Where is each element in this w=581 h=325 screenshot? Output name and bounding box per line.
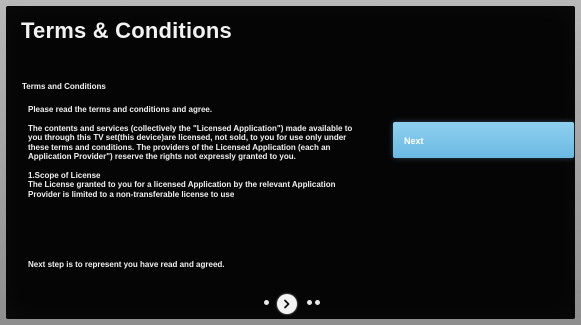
terms-intro-paragraph: Please read the terms and conditions and… bbox=[28, 105, 213, 114]
next-button[interactable]: Next bbox=[393, 122, 574, 158]
terms-scope-paragraph: The License granted to you for a license… bbox=[28, 180, 336, 199]
page-dot-1 bbox=[264, 300, 269, 305]
page-indicator bbox=[258, 293, 328, 314]
page-dot-3 bbox=[307, 300, 312, 305]
page-title: Terms & Conditions bbox=[21, 18, 232, 43]
tv-screen: Terms & Conditions Terms and Conditions … bbox=[6, 6, 575, 319]
terms-panel: Terms and Conditions Please read the ter… bbox=[22, 82, 360, 290]
terms-scope-heading: 1.Scope of License bbox=[28, 170, 101, 180]
terms-text-scroll-area[interactable]: Please read the terms and conditions and… bbox=[28, 105, 358, 245]
terms-heading: Terms and Conditions bbox=[22, 82, 106, 91]
page-dot-4 bbox=[315, 300, 320, 305]
tv-bezel: Terms & Conditions Terms and Conditions … bbox=[0, 0, 581, 325]
next-button-label: Next bbox=[404, 136, 424, 146]
terms-license-paragraph: The contents and services (collectively … bbox=[28, 123, 353, 162]
terms-footer-note: Next step is to represent you have read … bbox=[28, 260, 225, 269]
chevron-right-icon bbox=[284, 299, 290, 309]
current-page-indicator[interactable] bbox=[277, 294, 297, 314]
